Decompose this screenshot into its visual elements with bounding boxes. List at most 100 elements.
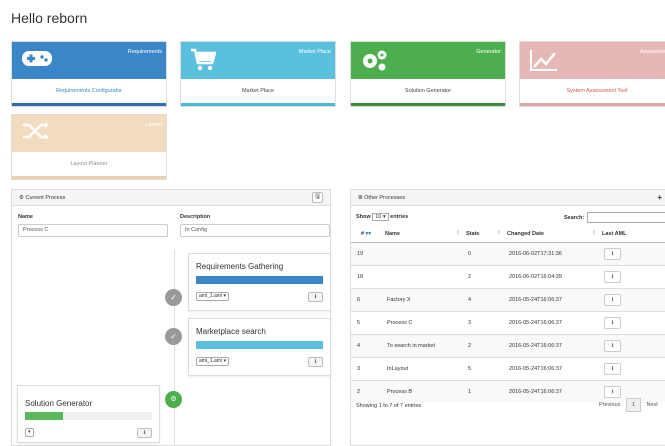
- tile-market-place[interactable]: Market Place Market Place: [180, 41, 336, 107]
- cell-name: Process C: [381, 310, 462, 334]
- previous-button[interactable]: Previous: [595, 399, 624, 411]
- search-input[interactable]: [587, 212, 665, 223]
- tile-layout[interactable]: Layout Layout Planner: [11, 114, 167, 180]
- col-state[interactable]: State ⇕: [462, 226, 503, 243]
- current-process-header: ⚙ Current Process 🖫: [12, 190, 330, 206]
- step-requirements-gathering[interactable]: Requirements Gathering aml_1.aml ▾ ⭳: [188, 253, 331, 311]
- add-button[interactable]: +: [657, 190, 662, 206]
- col-label: Name: [385, 230, 400, 237]
- tile-assessment[interactable]: Assessment System Assessment Tool: [519, 41, 665, 107]
- download-icon[interactable]: ⭳: [308, 357, 323, 367]
- tile-accent-bar: [12, 176, 166, 179]
- next-button[interactable]: Next: [643, 399, 662, 411]
- col-name[interactable]: Name ⇕: [381, 226, 462, 243]
- shopping-cart-icon: [190, 48, 217, 74]
- step-title: Requirements Gathering: [196, 262, 284, 271]
- cell-id: 2: [351, 379, 381, 403]
- tile-name: Layout: [145, 122, 162, 128]
- aml-select[interactable]: aml_1.aml ▾: [196, 292, 229, 301]
- col-changed-date[interactable]: Changed Date ⇕: [503, 226, 598, 243]
- tile-name: Market Place: [298, 49, 331, 55]
- download-icon[interactable]: ⭳: [604, 339, 621, 352]
- page-1-button[interactable]: 1: [625, 398, 641, 412]
- tile-label[interactable]: Market Place: [181, 79, 335, 103]
- cell-name: [381, 241, 462, 265]
- cell-name: Factory X: [381, 287, 462, 311]
- table-row[interactable]: 5 Process C 3 2016-05-24T16:06:37 ⭳: [351, 310, 665, 334]
- tile-accent-bar: [12, 103, 166, 106]
- aml-select[interactable]: aml_1.aml ▾: [196, 357, 229, 366]
- tile-header: Layout: [12, 115, 166, 152]
- cell-id: 4: [351, 333, 381, 357]
- tile-label[interactable]: Layout Planner: [12, 152, 166, 176]
- cell-date: 2016-06-02T17:31:36: [503, 241, 598, 265]
- progress-fill: [196, 276, 323, 284]
- download-icon[interactable]: ⭳: [604, 316, 621, 329]
- tile-header: Requirements: [12, 42, 166, 79]
- table-row[interactable]: 6 Factory X 4 2016-05-24T16:06:37 ⭳: [351, 287, 665, 311]
- step-solution-generator[interactable]: Solution Generator ▾ ⭳: [17, 385, 160, 443]
- table-row[interactable]: 18 2 2016-06-02T16:04:39 ⭳: [351, 264, 665, 288]
- progress-fill: [25, 412, 64, 420]
- cell-date: 2016-05-24T16:06:37: [503, 333, 598, 357]
- download-icon[interactable]: ⭳: [604, 385, 621, 398]
- tile-name: Assessment: [640, 49, 665, 55]
- step-check-icon: ✓: [165, 328, 182, 345]
- tile-accent-bar: [181, 103, 335, 106]
- progress-fill: [196, 341, 323, 349]
- aml-select[interactable]: ▾: [25, 428, 34, 437]
- progress-bar: [196, 276, 323, 284]
- download-icon[interactable]: ⭳: [604, 293, 621, 306]
- tile-label[interactable]: System Assessment Tool: [520, 79, 665, 103]
- table-row[interactable]: 3 InLayout 5 2016-05-24T16:06:37 ⭳: [351, 356, 665, 380]
- entries-select[interactable]: 10 ▾: [372, 213, 389, 221]
- cell-state: 1: [462, 379, 503, 403]
- download-icon[interactable]: ⭳: [137, 428, 152, 438]
- cell-last-aml: ⭳: [598, 356, 665, 380]
- cell-state: 3: [462, 310, 503, 334]
- entries-value: 10: [375, 214, 382, 220]
- cell-name: Process B: [381, 379, 462, 403]
- tile-label[interactable]: Solution Generator: [351, 79, 505, 103]
- step-marketplace-search[interactable]: Marketplace search aml_1.aml ▾ ⭳: [188, 318, 331, 376]
- download-icon[interactable]: ⭳: [308, 292, 323, 302]
- cell-state: 2: [462, 333, 503, 357]
- tile-name: Requirements: [127, 49, 162, 55]
- process-description-input[interactable]: In Config: [180, 224, 330, 237]
- col-label: Last AML: [602, 230, 627, 237]
- cell-name: [381, 264, 462, 288]
- sort-icon: ⇕: [496, 230, 501, 236]
- cell-state: 5: [462, 356, 503, 380]
- download-icon[interactable]: ⭳: [604, 247, 621, 260]
- tile-header: Generator: [351, 42, 505, 79]
- process-name-input[interactable]: Process C: [18, 224, 168, 237]
- progress-bar: [25, 412, 152, 420]
- download-icon[interactable]: ⭳: [604, 270, 621, 283]
- cell-last-aml: ⭳: [598, 264, 665, 288]
- cell-date: 2016-05-24T16:06:37: [503, 379, 598, 403]
- gear-icon: ⚙: [19, 195, 24, 201]
- col-id[interactable]: # ▾▾: [351, 226, 381, 243]
- tile-header: Market Place: [181, 42, 335, 79]
- cell-state: 0: [462, 241, 503, 265]
- pagination: Previous 1 Next: [595, 398, 662, 412]
- random-icon: [21, 121, 51, 143]
- table-row[interactable]: 19 0 2016-06-02T17:31:36 ⭳: [351, 241, 665, 265]
- cell-name: To search in market: [381, 333, 462, 357]
- download-icon[interactable]: ⭳: [604, 362, 621, 375]
- col-last-aml[interactable]: Last AML⇕: [598, 226, 665, 243]
- tile-label[interactable]: Requirements Configurator: [12, 79, 166, 103]
- tile-requirements[interactable]: Requirements Requirements Configurator: [11, 41, 167, 107]
- gamepad-icon: [21, 48, 53, 70]
- description-label: Description: [180, 214, 211, 220]
- search-label: Search:: [564, 215, 585, 221]
- cell-date: 2016-05-24T16:06:37: [503, 287, 598, 311]
- aml-select-value: aml_1.aml: [199, 293, 223, 299]
- entries-label: entries: [390, 214, 409, 220]
- save-icon[interactable]: 🖫: [312, 192, 323, 203]
- tile-generator[interactable]: Generator Solution Generator: [350, 41, 506, 107]
- table-row[interactable]: 4 To search in market 2 2016-05-24T16:06:37…: [351, 333, 665, 357]
- table-info: Showing 1 to 7 of 7 entries: [356, 403, 422, 409]
- show-label: Show: [356, 214, 371, 220]
- tile-accent-bar: [351, 103, 505, 106]
